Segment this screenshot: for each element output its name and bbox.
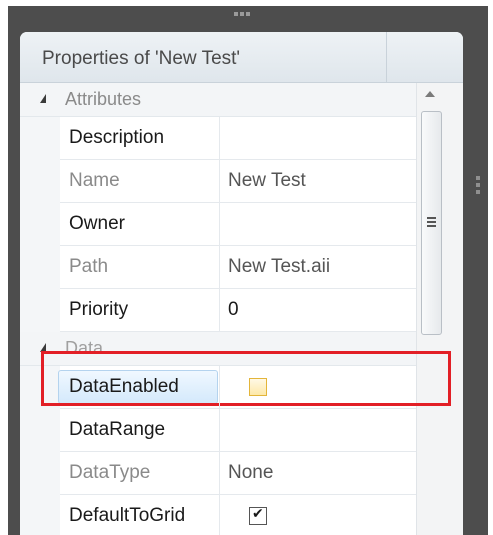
property-name: Name bbox=[60, 160, 220, 202]
panel-title: Properties of 'New Test' bbox=[42, 48, 241, 69]
property-row-datarange[interactable]: DataRange bbox=[60, 409, 416, 452]
header-divider bbox=[386, 32, 387, 82]
scroll-grip-icon bbox=[427, 217, 436, 229]
collapse-triangle-icon[interactable] bbox=[40, 343, 46, 352]
property-row-dataenabled[interactable]: DataEnabled bbox=[58, 366, 416, 409]
defaulttogrid-checkbox[interactable] bbox=[249, 505, 267, 525]
property-grid: Attributes Description Name New Test Own… bbox=[20, 83, 416, 535]
properties-panel: Properties of 'New Test' Attributes Desc… bbox=[20, 32, 463, 535]
property-row-defaulttogrid[interactable]: DefaultToGrid bbox=[60, 495, 416, 535]
panel-header: Properties of 'New Test' bbox=[20, 32, 463, 83]
property-value[interactable]: 0 bbox=[228, 289, 239, 331]
property-row-description[interactable]: Description bbox=[60, 117, 416, 160]
property-row-priority[interactable]: Priority 0 bbox=[60, 289, 416, 332]
property-value: New Test.aii bbox=[228, 256, 331, 277]
category-label: Attributes bbox=[65, 89, 142, 109]
property-row-name[interactable]: Name New Test bbox=[60, 160, 416, 203]
property-row-path[interactable]: Path New Test.aii bbox=[60, 246, 416, 289]
collapse-triangle-icon[interactable] bbox=[40, 94, 46, 103]
property-row-owner[interactable]: Owner bbox=[60, 203, 416, 246]
top-drag-grip-icon[interactable] bbox=[234, 12, 250, 16]
property-name: DataEnabled bbox=[60, 366, 220, 408]
property-name: Priority bbox=[60, 289, 220, 331]
dataenabled-checkbox[interactable] bbox=[249, 378, 267, 396]
category-data[interactable]: Data bbox=[20, 332, 416, 366]
vertical-scrollbar[interactable] bbox=[416, 83, 463, 535]
property-value: New Test bbox=[228, 170, 306, 191]
property-name: Owner bbox=[60, 203, 220, 245]
grid-gutter bbox=[20, 83, 60, 535]
category-label: Data bbox=[65, 338, 104, 358]
property-name: Path bbox=[60, 246, 220, 288]
side-drag-grip-icon[interactable] bbox=[476, 176, 480, 194]
category-attributes[interactable]: Attributes bbox=[20, 83, 416, 117]
scroll-thumb[interactable] bbox=[421, 111, 442, 335]
property-name: Description bbox=[60, 117, 220, 159]
property-name: DataRange bbox=[60, 409, 220, 451]
property-name: DataType bbox=[60, 452, 220, 494]
property-name: DefaultToGrid bbox=[60, 495, 220, 535]
scroll-up-arrow-icon[interactable] bbox=[425, 91, 435, 97]
property-value: None bbox=[228, 462, 274, 483]
property-row-datatype[interactable]: DataType None bbox=[60, 452, 416, 495]
